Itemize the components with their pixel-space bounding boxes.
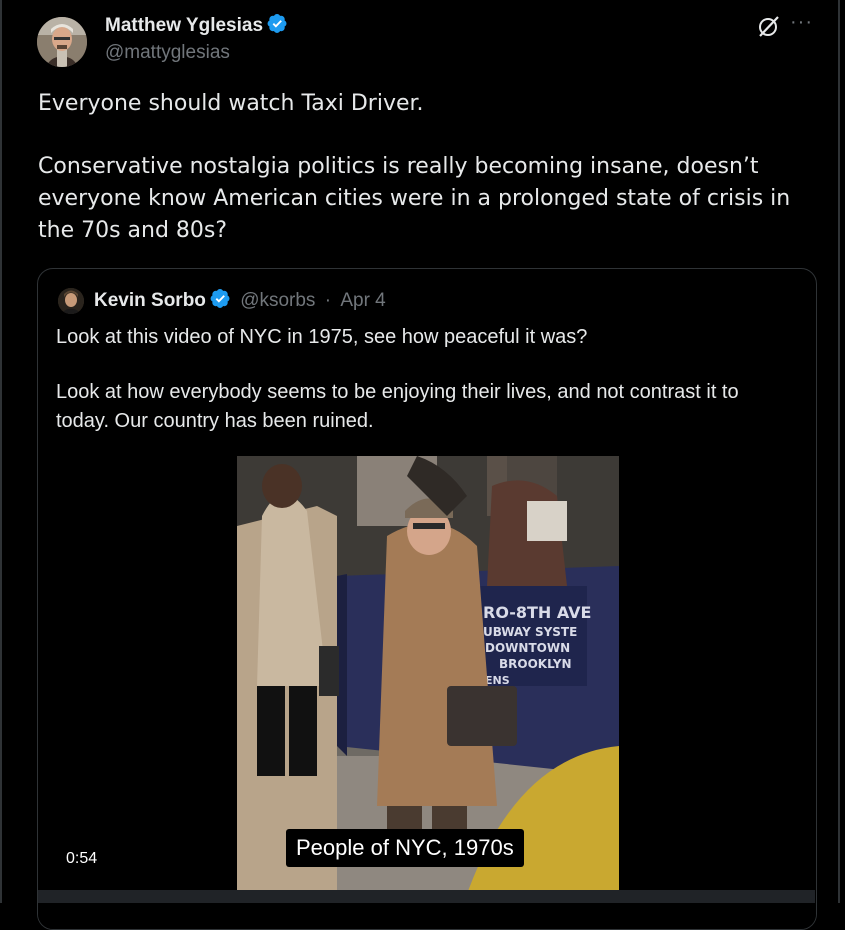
author-avatar[interactable] [37, 17, 87, 67]
quoted-tweet-header: Kevin Sorbo @ksorbs · Apr 4 [94, 288, 386, 315]
subway-sign-line-3: DOWNTOWN [485, 641, 570, 655]
verified-badge-icon[interactable] [267, 13, 288, 40]
tweet-paragraph-2: Conservative nostalgia politics is reall… [38, 154, 791, 243]
subway-sign-line-2: UBWAY SYSTE [483, 625, 577, 639]
author-name-text[interactable]: Matthew Yglesias [105, 15, 263, 36]
subway-sign-line-1: RO-8TH AVE [483, 603, 591, 622]
video-progress-bar[interactable] [38, 890, 815, 903]
quoted-paragraph-1: Look at this video of NYC in 1975, see h… [56, 326, 588, 348]
quoted-author-name[interactable]: Kevin Sorbo [94, 290, 206, 311]
author-name[interactable]: Matthew Yglesias [105, 13, 288, 40]
tweet-paragraph-1: Everyone should watch Taxi Driver. [38, 91, 424, 116]
verified-badge-icon[interactable] [210, 288, 231, 315]
video-caption: People of NYC, 1970s [286, 829, 524, 867]
quoted-tweet-text: Look at this video of NYC in 1975, see h… [56, 323, 796, 436]
grok-icon[interactable] [757, 14, 781, 38]
author-handle[interactable]: @mattyglesias [105, 42, 230, 64]
quoted-paragraph-2: Look at how everybody seems to be enjoyi… [56, 381, 739, 432]
quoted-author-handle[interactable]: @ksorbs [240, 290, 315, 311]
meta-separator: · [324, 290, 332, 311]
more-options-icon[interactable]: ··· [790, 12, 813, 32]
subway-sign-line-5: ENS [485, 674, 510, 687]
tweet-text: Everyone should watch Taxi Driver. Conse… [38, 88, 818, 247]
timeline-border-left [0, 0, 2, 903]
timeline-border-right [838, 0, 840, 903]
video-duration: 0:54 [66, 850, 98, 867]
quoted-tweet-date[interactable]: Apr 4 [340, 290, 385, 311]
quoted-author-avatar[interactable] [58, 288, 84, 314]
subway-sign-line-4: BROOKLYN [499, 657, 572, 671]
